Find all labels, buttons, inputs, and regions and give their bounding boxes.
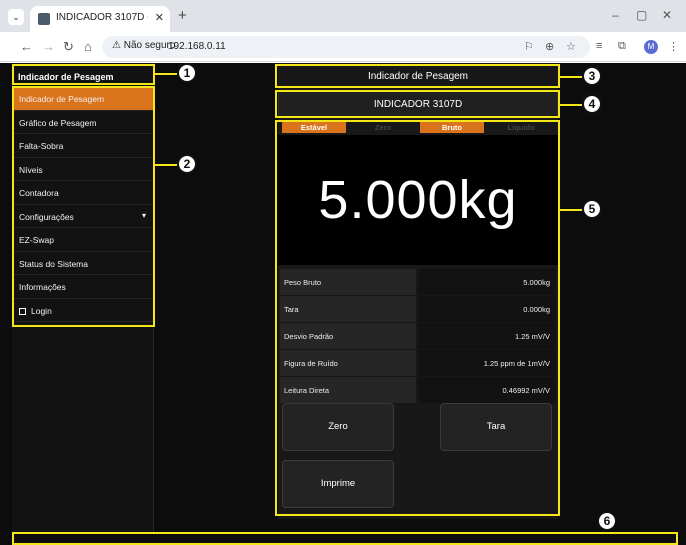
callout-leader — [560, 76, 582, 78]
callout-marker-2: 2 — [177, 154, 197, 174]
callout-marker-1: 1 — [177, 63, 197, 83]
browser-tab[interactable]: INDICADOR 3107D - Indicador ✕ — [30, 6, 170, 32]
callout-marker-3: 3 — [582, 66, 602, 86]
highlight-page-title — [275, 64, 560, 88]
bookmark-icon[interactable]: ☆ — [566, 40, 576, 53]
callout-marker-5: 5 — [582, 199, 602, 219]
browser-tabbar: ⌄ INDICADOR 3107D - Indicador ✕ + – ▢ ✕ — [0, 0, 686, 32]
maximize-icon[interactable]: ▢ — [636, 8, 647, 22]
window-close-icon[interactable]: ✕ — [662, 8, 672, 22]
back-icon[interactable]: ← — [20, 39, 33, 54]
menu-icon[interactable]: ⋮ — [668, 40, 679, 53]
tab-title: INDICADOR 3107D - Indicador — [56, 12, 148, 23]
profile-avatar[interactable]: M — [644, 40, 658, 54]
tab-search-button[interactable]: ⌄ — [8, 9, 24, 25]
highlight-main-panel — [275, 120, 560, 516]
reading-list-icon[interactable]: ≡ — [596, 40, 602, 52]
highlight-brand — [12, 64, 155, 85]
callout-leader — [560, 104, 582, 106]
url-text[interactable]: 192.168.0.11 — [168, 41, 226, 52]
reload-icon[interactable]: ↻ — [63, 39, 74, 55]
address-bar[interactable]: ⚠ Não seguro 192.168.0.11 — [102, 36, 590, 58]
callout-marker-4: 4 — [582, 94, 602, 114]
translate-icon[interactable]: ⚐ — [524, 40, 534, 53]
highlight-status-bar — [12, 532, 678, 545]
zoom-icon[interactable]: ⊕ — [545, 40, 554, 53]
tab-close-icon[interactable]: ✕ — [155, 11, 164, 24]
highlight-device-name — [275, 90, 560, 118]
forward-icon[interactable]: → — [42, 39, 55, 54]
callout-leader — [155, 164, 177, 166]
highlight-sidebar-menu — [12, 86, 155, 327]
callout-leader — [560, 209, 582, 211]
callout-leader — [155, 73, 177, 75]
callout-marker-6: 6 — [597, 511, 617, 531]
security-warning[interactable]: ⚠ Não seguro — [112, 40, 175, 51]
new-tab-button[interactable]: + — [178, 7, 187, 24]
site-favicon-icon — [38, 13, 50, 25]
minimize-icon[interactable]: – — [612, 8, 619, 22]
home-icon[interactable]: ⌂ — [84, 39, 92, 54]
extensions-icon[interactable]: ⧉ — [618, 40, 626, 53]
browser-toolbar: ← → ↻ ⌂ ⚠ Não seguro 192.168.0.11 ⚐ ⊕ ☆ … — [0, 32, 686, 62]
